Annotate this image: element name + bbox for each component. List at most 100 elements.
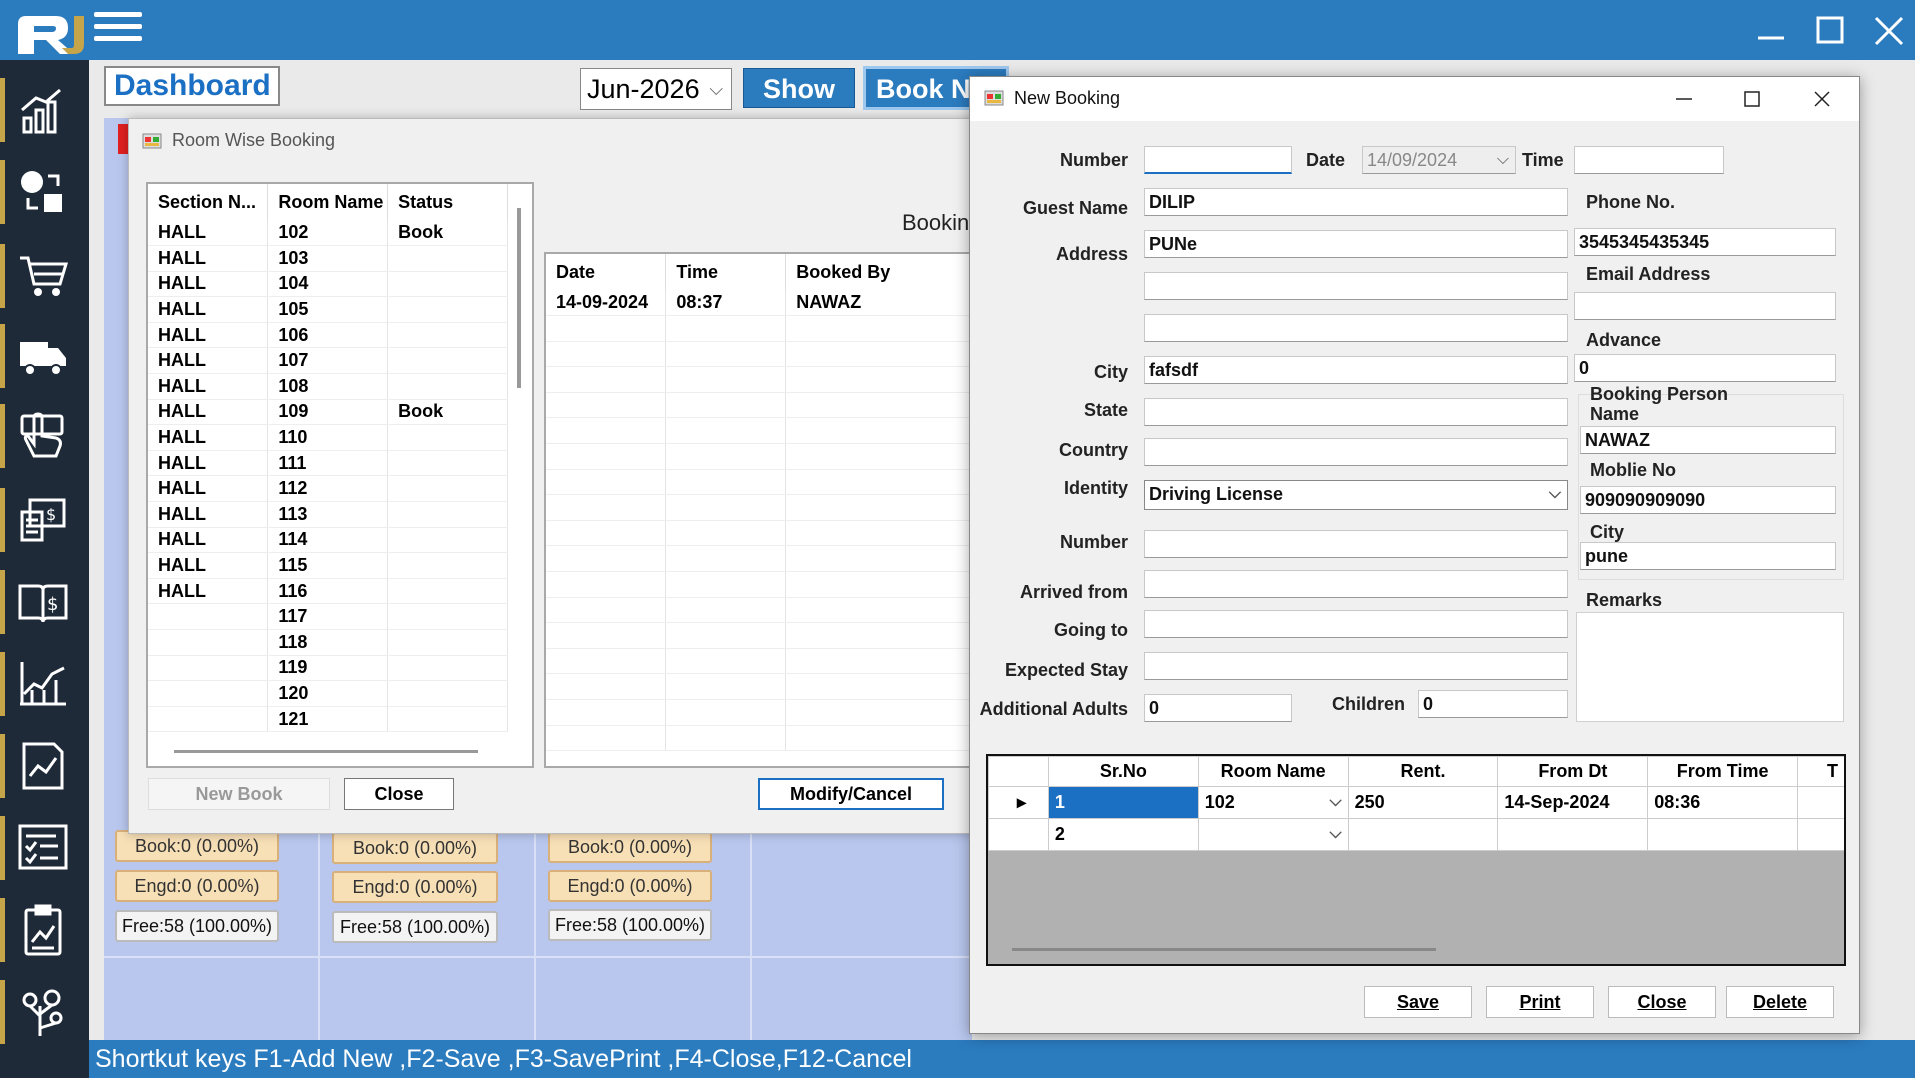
print-button[interactable]: Print <box>1486 986 1594 1018</box>
column-header[interactable]: Time <box>665 254 787 290</box>
table-row[interactable]: 117 <box>148 603 508 630</box>
email-input[interactable] <box>1574 292 1836 320</box>
sidebar-item-touch[interactable] <box>0 396 89 476</box>
show-button[interactable]: Show <box>743 68 855 108</box>
additional-adults-input[interactable]: 0 <box>1144 694 1292 722</box>
table-row[interactable]: HALL 107 <box>148 347 508 375</box>
column-header[interactable]: Sr.No <box>1047 756 1199 787</box>
sidebar-item-exchange[interactable] <box>0 152 89 232</box>
going-to-input[interactable] <box>1144 610 1568 638</box>
column-header[interactable]: From Dt <box>1497 756 1649 787</box>
table-row[interactable]: HALL 111 <box>148 450 508 477</box>
column-header[interactable]: Date <box>546 254 667 290</box>
time-input[interactable] <box>1574 146 1724 174</box>
table-cell[interactable] <box>1797 786 1844 819</box>
table-row[interactable]: HALL 115 <box>148 552 508 579</box>
column-header[interactable]: Booked By <box>785 254 982 290</box>
table-cell[interactable]: 2 <box>1047 818 1199 851</box>
address-line3-input[interactable] <box>1144 314 1568 342</box>
booking-person-city-input[interactable]: pune <box>1580 542 1836 570</box>
table-row[interactable]: HALL 112 <box>148 475 508 503</box>
id-number-input[interactable] <box>1144 530 1568 558</box>
table-row[interactable]: HALL 106 <box>148 322 508 349</box>
children-input[interactable]: 0 <box>1418 690 1568 718</box>
advance-input[interactable]: 0 <box>1574 354 1836 382</box>
table-row[interactable]: 118 <box>148 629 508 656</box>
sidebar-item-analytics[interactable] <box>0 70 89 150</box>
minimize-icon[interactable] <box>1666 84 1702 114</box>
booking-room-grid[interactable]: Sr.No Room Name Rent. From Dt From Time … <box>986 754 1846 966</box>
number-input[interactable] <box>1144 146 1292 174</box>
sidebar-item-settings[interactable] <box>0 972 89 1052</box>
save-button[interactable]: Save <box>1364 986 1472 1018</box>
sidebar-item-cart[interactable] <box>0 236 89 316</box>
mobile-input[interactable]: 909090909090 <box>1580 486 1836 514</box>
maximize-icon[interactable] <box>1734 84 1770 114</box>
table-row[interactable]: HALL 102 Book <box>148 220 508 247</box>
table-cell[interactable] <box>1497 818 1649 851</box>
arrived-from-input[interactable] <box>1144 570 1568 598</box>
phone-input[interactable]: 3545345435345 <box>1574 228 1836 256</box>
table-row[interactable]: HALL 104 <box>148 271 508 298</box>
room-name-dropdown-cell[interactable]: ⌵ <box>1197 818 1349 851</box>
sidebar-item-clipboard[interactable] <box>0 890 89 970</box>
table-cell[interactable]: 14-Sep-2024 <box>1497 786 1649 819</box>
table-row[interactable]: 119 <box>148 655 508 682</box>
column-header[interactable]: Section N... <box>148 184 269 220</box>
table-cell[interactable] <box>1647 818 1799 851</box>
column-header[interactable]: Room Name <box>267 184 389 220</box>
address-line1-input[interactable]: PUNe <box>1144 230 1568 258</box>
minimize-icon[interactable] <box>1748 8 1792 52</box>
table-row[interactable]: ▸ 1 102 ⌵ 250 14-Sep-2024 08:36 <box>988 786 1844 819</box>
close-button[interactable]: Close <box>344 778 454 810</box>
column-header[interactable]: Status <box>387 184 508 220</box>
table-row[interactable]: 120 <box>148 680 508 707</box>
column-header[interactable]: Rent. <box>1347 756 1499 787</box>
table-row[interactable]: HALL 113 <box>148 501 508 528</box>
close-button[interactable]: Close <box>1608 986 1716 1018</box>
vertical-scrollbar[interactable] <box>517 208 521 388</box>
table-row[interactable]: HALL 103 <box>148 245 508 272</box>
horizontal-scrollbar[interactable] <box>174 750 478 753</box>
state-input[interactable] <box>1144 398 1568 426</box>
sidebar-item-line-chart[interactable] <box>0 726 89 806</box>
menu-hamburger-icon[interactable] <box>94 12 142 46</box>
sidebar-item-checklist[interactable] <box>0 808 89 888</box>
booking-history-table[interactable]: Date Time Booked By 14-09-2024 08:37 NAW… <box>544 252 984 768</box>
table-row[interactable]: HALL 109 Book <box>148 399 508 426</box>
date-picker[interactable]: 14/09/2024 ⌵ <box>1362 146 1516 174</box>
sidebar-item-stock-chart[interactable] <box>0 644 89 724</box>
table-row[interactable]: HALL 116 <box>148 578 508 605</box>
new-book-button[interactable]: New Book <box>148 778 330 810</box>
close-icon[interactable] <box>1866 8 1910 52</box>
guest-name-input[interactable]: DILIP <box>1144 188 1568 216</box>
column-header[interactable]: T <box>1797 756 1844 787</box>
table-row[interactable]: 2 ⌵ <box>988 818 1844 851</box>
room-name-dropdown-cell[interactable]: 102 ⌵ <box>1197 786 1349 819</box>
delete-button[interactable]: Delete <box>1726 986 1834 1018</box>
column-header[interactable]: From Time <box>1647 756 1799 787</box>
modify-cancel-button[interactable]: Modify/Cancel <box>758 778 944 810</box>
city-input[interactable]: fafsdf <box>1144 356 1568 384</box>
close-icon[interactable] <box>1804 84 1840 114</box>
sidebar-item-ledger[interactable]: $ <box>0 562 89 642</box>
table-row[interactable]: 121 <box>148 706 508 733</box>
expected-stay-input[interactable] <box>1144 652 1568 680</box>
table-cell[interactable]: 1 <box>1047 786 1199 819</box>
identity-select[interactable]: Driving License ⌵ <box>1144 480 1568 510</box>
month-select[interactable]: Jun-2026 ⌵ <box>580 68 732 110</box>
sidebar-item-money-report[interactable]: $ <box>0 480 89 560</box>
maximize-icon[interactable] <box>1808 8 1852 52</box>
table-row[interactable]: 14-09-2024 08:37 NAWAZ <box>546 290 982 317</box>
column-header[interactable]: Room Name <box>1197 756 1349 787</box>
address-line2-input[interactable] <box>1144 272 1568 300</box>
table-row[interactable]: HALL 105 <box>148 296 508 323</box>
room-list-table[interactable]: Section N... Room Name Status HALL 102 Boo… <box>146 182 534 768</box>
table-cell[interactable] <box>1797 818 1844 851</box>
table-cell[interactable]: 250 <box>1347 786 1499 819</box>
table-row[interactable]: HALL 114 <box>148 527 508 554</box>
horizontal-scrollbar[interactable] <box>1012 948 1436 951</box>
country-input[interactable] <box>1144 438 1568 466</box>
booking-person-name-input[interactable]: NAWAZ <box>1580 426 1836 454</box>
table-cell[interactable] <box>1347 818 1499 851</box>
